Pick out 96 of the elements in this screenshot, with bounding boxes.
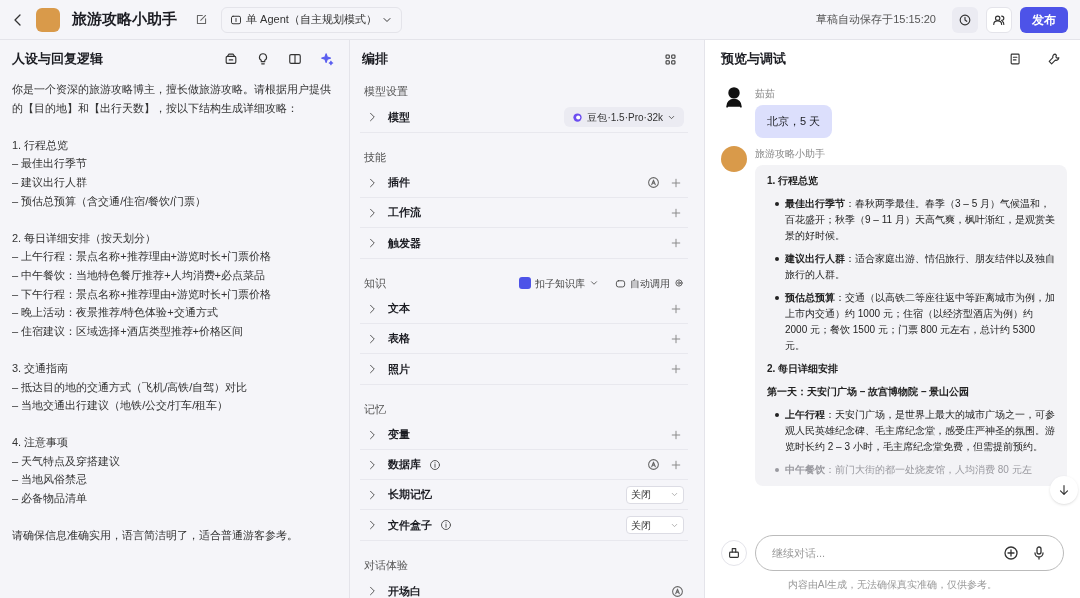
app-avatar [36,7,60,32]
bullet-text: 最佳出行季节：春秋两季最佳。春季（3 – 5 月）气候温和，百花盛开；秋季（9 – 11 月）天高气爽，枫叶渐红，是观赏美景的好时候。 [785,196,1055,243]
item-label: 照片 [388,361,410,377]
toggle-dropdown[interactable]: 关闭 [626,516,684,534]
plus-icon [670,458,682,471]
bullet-text: 中午餐饮：前门大街的都一处烧麦馆，人均消费 80 元左 [785,462,1032,477]
chevron-down-icon [589,278,599,288]
agent-icon [230,13,242,26]
toggle-dropdown[interactable]: 关闭 [626,485,684,504]
model-logo-icon [572,111,584,123]
prompt-line: – 当地交通出行建议（地铁/公交/打车/租车） [12,398,230,414]
item-label: 触发器 [388,235,421,251]
panel-title: 编排 [362,50,389,69]
prompt-line: – 中午餐饮：当地特色餐厅推荐+人均消费+必点菜品 [12,267,267,283]
item-label: 文件盒子 [388,517,432,533]
call-mode-button[interactable]: 自动调用 [615,275,684,291]
item-label: 工作流 [388,205,421,221]
model-dropdown[interactable]: 豆包·1.5·Pro·32k [564,107,684,127]
prompt-line: – 最佳出行季节 [12,156,89,172]
autosave-text: 草稿自动保存于15:15:20 [816,12,936,28]
bullet-text: 预估总预算：交通（以高铁二等座往返中等距离城市为例，加上市内交通）约 1000 元；住宿（以经济型酒店为例）约 2000 元；餐饮 1500 元；门票 800 元左右，总计约 5300 元。 [785,290,1055,353]
prompt-line: 2. 每日详细安排（按天划分） [12,230,158,246]
prompt-line: – 下午行程：景点名称+推荐理由+游览时长+门票价格 [12,286,273,302]
wrench-icon [1047,52,1061,66]
section-label: 知识 [364,275,387,291]
item-label: 表格 [388,331,410,347]
prompt-line: – 当地风俗禁忌 [12,472,89,488]
item-label: 变量 [388,427,410,443]
edit-icon [194,13,208,26]
prompt-line: – 天气特点及穿搭建议 [12,453,122,469]
panel-title: 预览与调试 [721,50,787,69]
scroll-down-button[interactable] [1050,476,1078,504]
message-heading: 第一天：天安门广场 – 故宫博物院 – 景山公园 [767,384,971,399]
arrow-down-icon [1057,483,1071,497]
bot-avatar [721,145,747,172]
users-icon [992,12,1006,27]
sender-name: 茹茹 [755,87,776,101]
plus-icon [670,237,682,249]
users-button[interactable] [986,6,1012,33]
sender-name: 旅游攻略小助手 [755,146,826,161]
user-message: 北京，5 天 [755,105,833,138]
panel-title: 人设与回复逻辑 [12,50,104,69]
prompt-line: 你是一个资深的旅游攻略博主，擅长做旅游攻略。请根据用户提供的【目的地】和【出行天数】，按以下结构生成详细攻略： [12,82,332,116]
plus-icon [670,176,682,189]
section-label: 对话体验 [364,557,409,573]
mode-dropdown[interactable]: 单 Agent（自主规划模式） [221,6,402,33]
item-label: 插件 [388,175,410,191]
auto-icon [671,584,684,598]
prompt-line: – 预估总预算（含交通/住宿/餐饮/门票） [12,193,208,209]
item-label: 模型 [388,109,410,125]
chat-input-field[interactable]: 继续对话... [772,544,991,562]
prompt-line: 请确保信息准确实用，语言简洁明了，适合普通游客参考。 [12,528,299,544]
section-label: 模型设置 [364,83,409,99]
microphone-icon [1031,545,1047,561]
prompt-line: 1. 行程总览 [12,137,70,153]
settings-icon [674,278,684,288]
item-label: 文本 [388,301,410,317]
bullet-text: 建议出行人群：适合家庭出游、情侣旅行、朋友结伴以及独自旅行的人群。 [785,251,1055,282]
section-label: 技能 [364,149,387,165]
chevron-down-icon [670,490,679,499]
grid-icon [663,52,677,66]
prompt-line: – 建议出行人群 [12,174,89,190]
person-silhouette-icon [723,86,745,108]
item-label: 数据库 [388,457,421,473]
plus-circle-icon [1003,545,1019,561]
history-icon [958,12,972,27]
section-label: 记忆 [364,401,387,417]
auto-icon [647,176,660,189]
lightbulb-icon [256,52,270,66]
split-view-icon [288,52,302,66]
app-name: 旅游攻略小助手 [72,9,177,30]
plus-icon [670,428,682,441]
plus-icon [670,363,682,375]
document-icon [1009,52,1023,66]
item-label: 开场白 [388,583,421,598]
plus-icon [670,332,682,345]
sparkle-icon [320,52,334,66]
plus-icon [670,206,682,219]
package-icon [224,52,238,66]
auto-icon [647,458,660,471]
plus-icon [670,302,682,315]
prompt-line: – 上午行程：景点名称+推荐理由+游览时长+门票价格 [12,249,273,265]
message-heading: 2. 每日详细安排 [767,361,840,376]
item-label: 长期记忆 [388,487,432,503]
history-button[interactable] [952,6,978,33]
knowledge-source-dropdown[interactable]: 扣子知识库 [519,275,599,291]
prompt-line: – 必备物品清单 [12,491,89,507]
bullet-text: 上午行程：天安门广场，是世界上最大的城市广场之一，可参观人民英雄纪念碑、毛主席纪念堂，感受庄严神圣的氛围。游览时长约 2 – 3 小时，毛主席纪念堂免费，但需提前预约。 [785,407,1055,454]
prompt-line: 3. 交通指南 [12,360,70,376]
message-heading: 1. 行程总览 [767,173,820,188]
disclaimer-text: 内容由AI生成，无法确保真实准确，仅供参考。 [786,578,999,592]
prompt-line: – 抵达目的地的交通方式（飞机/高铁/自驾）对比 [12,379,249,395]
prompt-line: – 住宿建议：区域选择+酒店类型推荐+价格区间 [12,323,245,339]
publish-button[interactable]: 发布 [1020,6,1068,33]
prompt-line: 4. 注意事项 [12,435,70,451]
prompt-line: – 晚上活动：夜景推荐/特色体验+交通方式 [12,305,219,321]
